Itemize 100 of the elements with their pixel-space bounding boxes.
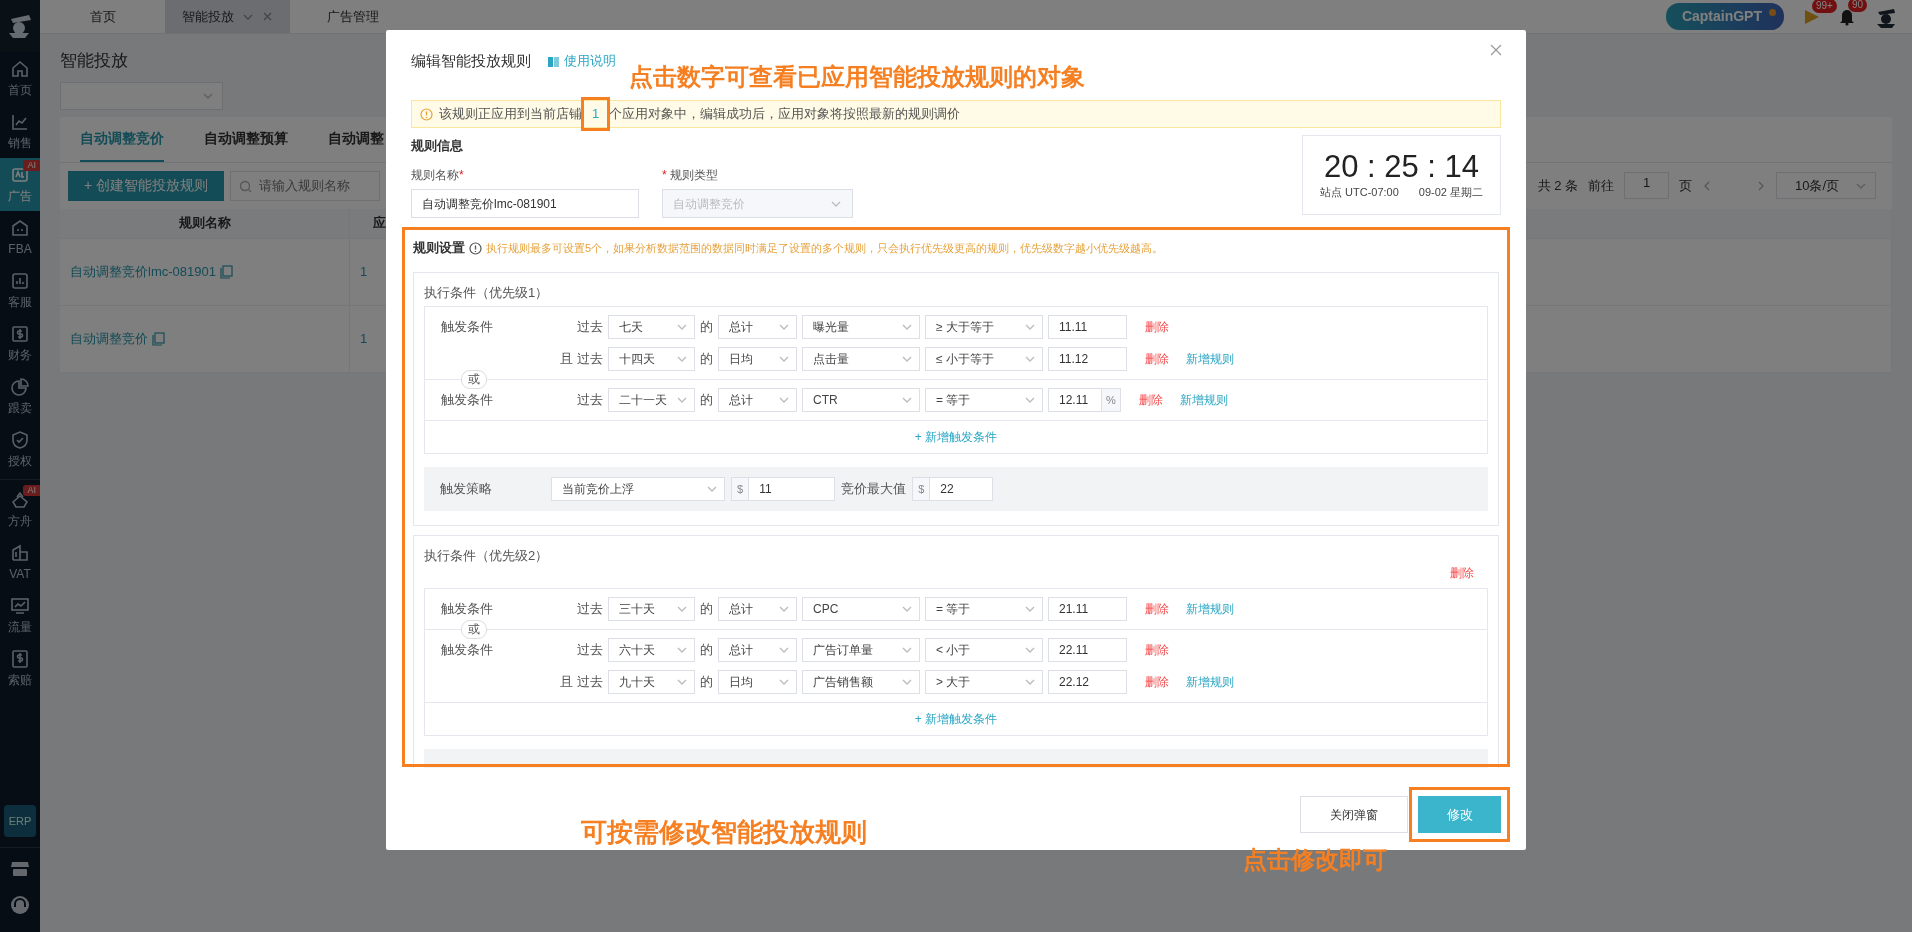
sidebar-item[interactable]: AI 方舟 — [0, 483, 40, 536]
goto-label: 前往 — [1588, 176, 1614, 195]
count-link[interactable]: 1 — [360, 328, 368, 349]
add-rule-link[interactable]: 新增规则 — [1186, 672, 1234, 691]
max-bid-field[interactable]: 22 — [930, 477, 994, 501]
add-rule-link[interactable]: 新增规则 — [1186, 599, 1234, 618]
add-rule-link[interactable]: 新增规则 — [1179, 391, 1228, 409]
operator-select[interactable]: = 等于 — [925, 388, 1043, 412]
page-tab[interactable]: 广告管理 — [290, 0, 415, 33]
help-link[interactable]: 使用说明 — [547, 51, 616, 71]
sidebar-item[interactable]: 首页 — [0, 52, 40, 105]
value-field[interactable]: 22.12 — [1048, 669, 1127, 694]
condition-label: 触发条件 — [441, 391, 494, 410]
sidebar-item[interactable]: AI 广告 — [0, 158, 40, 211]
delete-link[interactable]: 删除 — [1138, 391, 1163, 409]
condition-label: 触发条件 — [441, 318, 494, 337]
delete-link[interactable]: 删除 — [1450, 563, 1474, 582]
page-tab[interactable]: 首页 — [40, 0, 165, 33]
rule-tab[interactable]: 自动调整竞价 — [80, 116, 164, 162]
period-select[interactable]: 七天 — [608, 315, 695, 339]
operator-select[interactable]: = 等于 — [925, 596, 1043, 621]
date-label: 09-02 星期二 — [1418, 184, 1484, 200]
delete-link[interactable]: 删除 — [1145, 640, 1169, 659]
hint-text: 执行规则最多可设置5个，如果分析数据范围的数据同时满足了设置的多个规则，只会执行优先级更高的规则，优先级数字越小优先级越高。 — [486, 240, 1164, 256]
sidebar-item[interactable]: 财务 — [0, 317, 40, 370]
page-input[interactable]: 1 — [1624, 172, 1669, 199]
condition-word: 过去 — [577, 318, 603, 337]
value-field[interactable]: 11.11 — [1048, 315, 1127, 339]
sidebar-item[interactable]: 跟卖 — [0, 370, 40, 423]
sidebar-item[interactable]: 客服 — [0, 264, 40, 317]
metric-select[interactable]: CTR — [802, 388, 920, 412]
value-field[interactable]: 11.12 — [1048, 347, 1127, 371]
period-select[interactable]: 十四天 — [608, 347, 695, 371]
section-heading: 规则设置 — [413, 239, 465, 258]
aggregate-select[interactable]: 总计 — [718, 388, 797, 412]
operator-select[interactable]: ≥ 大于等于 — [925, 315, 1043, 339]
amount-field[interactable]: 11 — [749, 477, 836, 501]
page-size-select[interactable]: 10条/页 — [1776, 172, 1876, 199]
total-count: 共 2 条 — [1537, 176, 1578, 195]
create-rule-button[interactable]: + 创建智能投放规则 — [68, 170, 225, 201]
sidebar-item[interactable]: FBA — [0, 211, 40, 264]
period-select[interactable]: 三十天 — [608, 596, 695, 621]
strategy-select[interactable]: 当前竞价上浮 — [551, 477, 725, 501]
value-field[interactable]: 22.11 — [1048, 637, 1127, 662]
condition-word: 过去 — [577, 640, 603, 659]
erp-button[interactable]: ERP — [4, 805, 36, 837]
sidebar-label: 授权 — [8, 452, 32, 470]
next-icon — [1756, 179, 1766, 192]
submit-button[interactable]: 修改 — [1418, 796, 1501, 833]
sidebar-item[interactable]: 销售 — [0, 105, 40, 158]
aggregate-select[interactable]: 总计 — [718, 315, 797, 339]
warning-icon — [420, 107, 433, 121]
delete-link[interactable]: 删除 — [1145, 318, 1169, 336]
aggregate-select[interactable]: 总计 — [718, 596, 797, 621]
delete-link[interactable]: 删除 — [1145, 672, 1169, 691]
search-field[interactable]: 请输入规则名称 — [230, 170, 381, 201]
metric-select[interactable]: CPC — [802, 596, 920, 621]
rule-name-link[interactable]: 自动调整竞价lmc-081901 — [70, 261, 216, 282]
metric-select[interactable]: 广告订单量 — [802, 637, 920, 662]
dialog-title: 编辑智能投放规则 — [411, 50, 531, 71]
rule-tab[interactable]: 自动调整 — [328, 116, 384, 162]
metric-select[interactable]: 广告销售额 — [802, 669, 920, 694]
condition-word: 的 — [700, 318, 713, 337]
add-condition-link[interactable]: + 新增触发条件 — [914, 428, 998, 446]
value-field[interactable]: 12.11 — [1048, 388, 1102, 412]
count-link[interactable]: 1 — [360, 261, 368, 282]
sidebar-item[interactable]: 索赔 — [0, 642, 40, 695]
add-condition-link[interactable]: + 新增触发条件 — [914, 709, 998, 728]
aggregate-select[interactable]: 日均 — [718, 347, 797, 371]
period-select[interactable]: 九十天 — [608, 669, 695, 694]
or-badge: 或 — [461, 619, 487, 639]
service-icon — [10, 270, 30, 291]
value-field[interactable]: 21.11 — [1048, 596, 1127, 621]
assistant-button[interactable]: CaptainGPT — [1665, 3, 1784, 30]
sidebar-item[interactable]: 授权 — [0, 423, 40, 476]
annotation-text: 点击修改即可 — [1243, 846, 1387, 874]
sidebar-label: 索赔 — [8, 671, 32, 689]
condition-label: 触发条件 — [441, 599, 494, 618]
operator-select[interactable]: ≤ 小于等于 — [925, 347, 1043, 371]
sidebar-item[interactable]: VAT — [0, 536, 40, 589]
period-select[interactable]: 二十一天 — [608, 388, 695, 412]
aggregate-select[interactable]: 总计 — [718, 637, 797, 662]
close-dialog-button[interactable]: 关闭弹窗 — [1300, 796, 1408, 833]
delete-link[interactable]: 删除 — [1145, 599, 1169, 618]
annotation-text: 可按需修改智能投放规则 — [581, 818, 867, 848]
applied-count-link[interactable]: 1 — [588, 104, 604, 124]
period-select[interactable]: 六十天 — [608, 637, 695, 662]
operator-select[interactable]: < 小于 — [925, 637, 1043, 662]
metric-select[interactable]: 点击量 — [802, 347, 920, 371]
metric-select[interactable]: 曝光量 — [802, 315, 920, 339]
rule-name-field[interactable]: 自动调整竞价lmc-081901 — [411, 189, 639, 218]
sidebar-item[interactable]: 流量 — [0, 589, 40, 642]
close-button[interactable] — [1488, 42, 1504, 58]
operator-select[interactable]: > 大于 — [925, 669, 1043, 694]
add-rule-link[interactable]: 新增规则 — [1186, 350, 1234, 368]
rule-name-link[interactable]: 自动调整竞价 — [70, 328, 148, 349]
rule-tab[interactable]: 自动调整预算 — [204, 116, 288, 162]
page-tab[interactable]: 智能投放 — [165, 0, 290, 33]
aggregate-select[interactable]: 日均 — [718, 669, 797, 694]
delete-link[interactable]: 删除 — [1145, 350, 1169, 368]
